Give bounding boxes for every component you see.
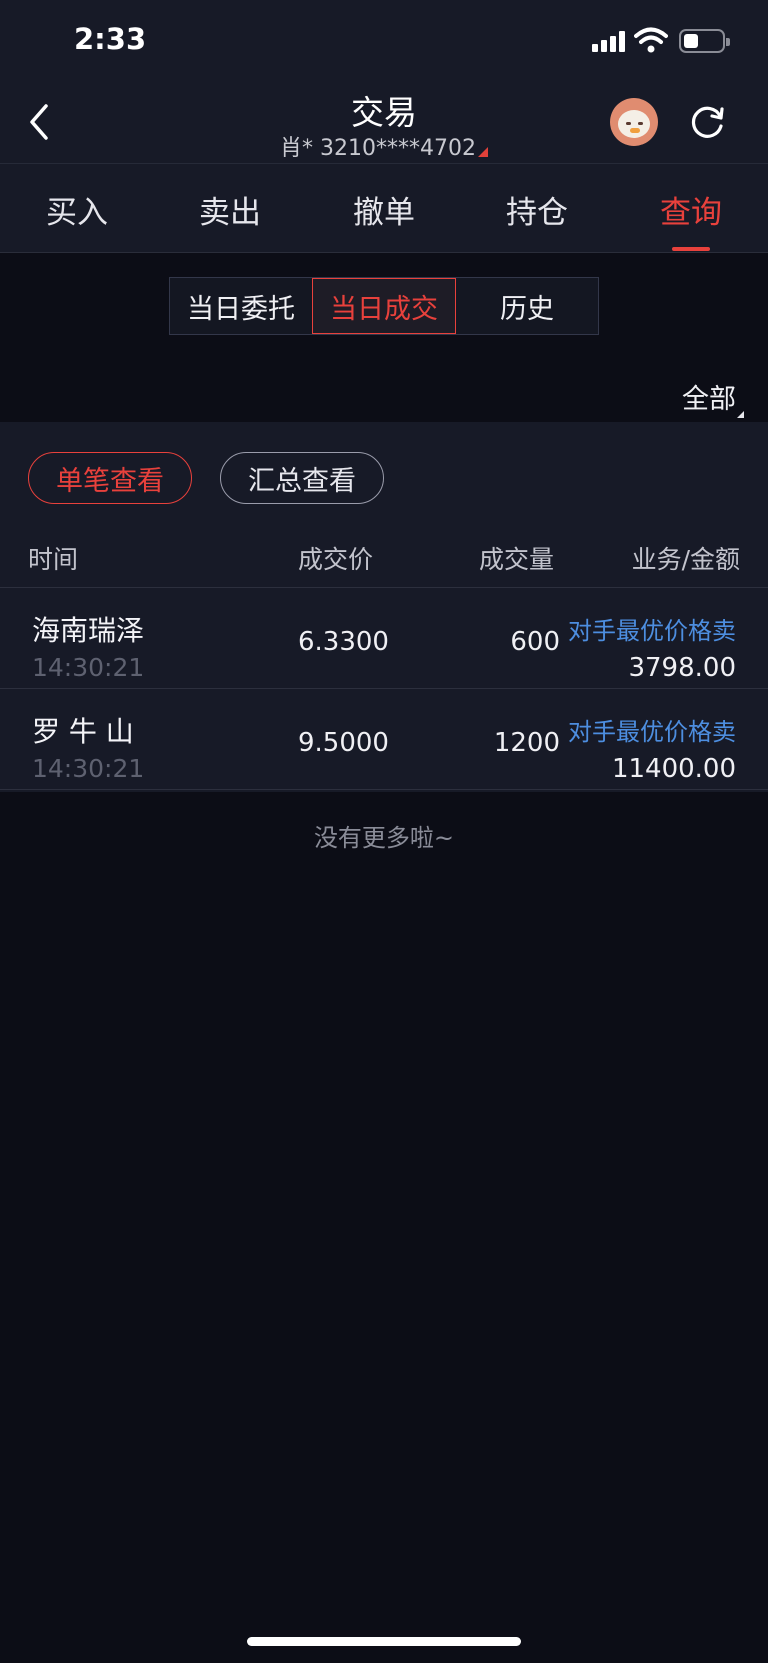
status-time: 2:33 (74, 22, 147, 56)
dropdown-triangle-icon (477, 147, 488, 157)
header-business-amount: 业务/金额 (631, 545, 740, 574)
main-tabs: 买入 卖出 撤单 持仓 查询 (0, 165, 768, 253)
business-type: 对手最优价格卖 (568, 617, 736, 645)
top-panel: 2:33 交易 肖* 3210****4702 买入 卖出 撤单 持仓 查询 (0, 0, 768, 253)
trade-price: 6.3300 (298, 627, 389, 657)
segment-history[interactable]: 历史 (456, 278, 598, 334)
header-quantity: 成交量 (479, 545, 555, 574)
trade-quantity: 1200 (493, 728, 560, 758)
cellular-signal-icon (592, 30, 628, 52)
single-view-button[interactable]: 单笔查看 (28, 452, 192, 504)
trade-list-panel: 单笔查看 汇总查看 时间 成交价 成交量 业务/金额 海南瑞泽 14:30:21… (0, 422, 768, 792)
query-segment-control: 当日委托 当日成交 历史 (169, 277, 599, 335)
home-indicator[interactable] (247, 1637, 521, 1646)
trade-time: 14:30:21 (32, 754, 145, 783)
nav-bar: 交易 肖* 3210****4702 (0, 84, 768, 164)
stock-name: 罗 牛 山 (32, 715, 134, 748)
business-type: 对手最优价格卖 (568, 718, 736, 746)
trade-time: 14:30:21 (32, 653, 145, 682)
tab-query[interactable]: 查询 (641, 187, 741, 232)
trade-price: 9.5000 (298, 728, 389, 758)
query-type-area: 当日委托 当日成交 历史 全部 (0, 253, 768, 422)
segment-today-trades[interactable]: 当日成交 (312, 278, 456, 334)
trade-quantity: 600 (510, 627, 560, 657)
segment-today-orders[interactable]: 当日委托 (170, 278, 312, 334)
table-header: 时间 成交价 成交量 业务/金额 (0, 522, 768, 588)
account-number: 肖* 3210****4702 (280, 136, 476, 161)
filter-dropdown[interactable]: 全部 (682, 377, 744, 418)
tab-positions[interactable]: 持仓 (487, 187, 587, 232)
tab-cancel[interactable]: 撤单 (334, 187, 434, 232)
tab-sell[interactable]: 卖出 (180, 187, 280, 232)
trade-amount: 3798.00 (628, 653, 736, 683)
battery-icon (679, 29, 730, 53)
table-row[interactable]: 海南瑞泽 14:30:21 6.3300 600 对手最优价格卖 3798.00 (0, 589, 768, 689)
header-time: 时间 (28, 545, 79, 574)
status-bar: 2:33 (0, 0, 768, 84)
avatar[interactable] (610, 98, 658, 146)
table-row[interactable]: 罗 牛 山 14:30:21 9.5000 1200 对手最优价格卖 11400… (0, 690, 768, 790)
stock-name: 海南瑞泽 (32, 614, 145, 647)
no-more-text: 没有更多啦~ (313, 824, 455, 852)
active-tab-indicator (672, 247, 710, 251)
wifi-icon (634, 27, 668, 53)
dropdown-corner-icon (737, 411, 744, 418)
refresh-icon[interactable] (688, 102, 728, 142)
trade-amount: 11400.00 (611, 754, 736, 784)
filter-label: 全部 (682, 384, 736, 415)
header-price: 成交价 (298, 545, 374, 574)
summary-view-button[interactable]: 汇总查看 (220, 452, 384, 504)
tab-buy[interactable]: 买入 (27, 187, 127, 232)
